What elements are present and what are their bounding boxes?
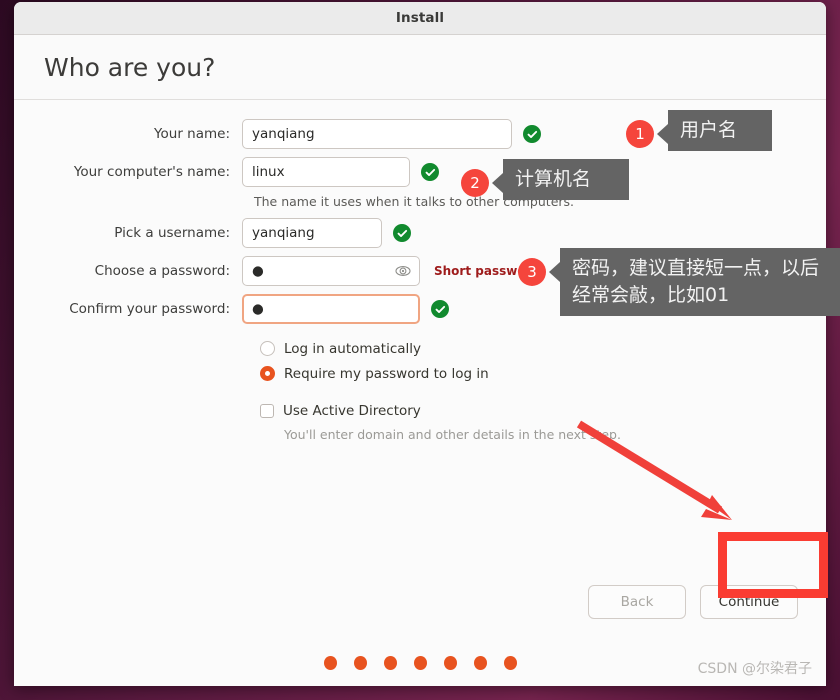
form-row-confirm-password: Confirm your password: (14, 293, 634, 325)
label-username: Pick a username: (114, 225, 230, 241)
label-your-name: Your name: (154, 126, 230, 142)
label-choose-password: Choose a password: (94, 263, 230, 279)
field-wrap-choose-password: Short password (242, 256, 540, 286)
eye-icon[interactable] (395, 263, 411, 279)
check-circle-icon (523, 125, 541, 143)
field-wrap-username (242, 218, 411, 248)
installer-window: Install Who are you? Your name: Your com… (14, 2, 826, 686)
form-row-username: Pick a username: (14, 217, 634, 249)
field-wrap-computer-name (242, 157, 439, 187)
form-row-computer-name: Your computer's name: (14, 156, 634, 188)
field-wrap-confirm-password (242, 294, 449, 324)
checkbox-use-active-directory[interactable]: Use Active Directory (260, 398, 621, 423)
navigation-button-bar: Back Continue (588, 585, 798, 619)
radio-label-log-in-automatically: Log in automatically (284, 340, 422, 357)
back-button[interactable]: Back (588, 585, 686, 619)
form-row-choose-password: Choose a password: Short password (14, 255, 634, 287)
form-row-your-name: Your name: (14, 118, 634, 150)
login-options-block: Log in automatically Require my password… (260, 336, 621, 442)
username-input[interactable] (242, 218, 382, 248)
check-circle-icon (431, 300, 449, 318)
progress-dot (353, 656, 367, 670)
page-title: Who are you? (44, 52, 216, 82)
window-title: Install (395, 10, 445, 26)
label-confirm-password: Confirm your password: (69, 301, 230, 317)
check-circle-icon (421, 163, 439, 181)
progress-dot (503, 656, 517, 670)
computer-name-hint: The name it uses when it talks to other … (254, 194, 575, 209)
choose-password-input[interactable] (242, 256, 420, 286)
radio-log-in-automatically[interactable]: Log in automatically (260, 336, 621, 361)
field-wrap-your-name (242, 119, 541, 149)
checkbox-label-use-active-directory: Use Active Directory (283, 402, 421, 419)
window-title-bar: Install (14, 2, 826, 35)
progress-dot (473, 656, 487, 670)
page-header: Who are you? (14, 35, 826, 100)
confirm-password-input[interactable] (242, 294, 420, 324)
checkbox-icon-unchecked (260, 403, 274, 418)
progress-dot (413, 656, 427, 670)
radio-require-password[interactable]: Require my password to log in (260, 361, 621, 386)
radio-icon-unselected (260, 341, 275, 356)
progress-dot (323, 656, 337, 670)
content-area: Your name: Your computer's name: (14, 100, 826, 686)
radio-label-require-password: Require my password to log in (284, 365, 489, 382)
label-computer-name: Your computer's name: (73, 164, 230, 180)
short-password-warning: Short password (434, 264, 541, 278)
check-circle-icon (393, 224, 411, 242)
active-directory-hint: You'll enter domain and other details in… (284, 427, 621, 442)
computer-name-input[interactable] (242, 157, 410, 187)
progress-dot (383, 656, 397, 670)
csdn-watermark: CSDN @尔染君子 (697, 661, 812, 677)
your-name-input[interactable] (242, 119, 512, 149)
continue-button[interactable]: Continue (700, 585, 798, 619)
progress-dot (443, 656, 457, 670)
radio-icon-selected (260, 366, 275, 381)
user-form: Your name: Your computer's name: (14, 118, 634, 331)
